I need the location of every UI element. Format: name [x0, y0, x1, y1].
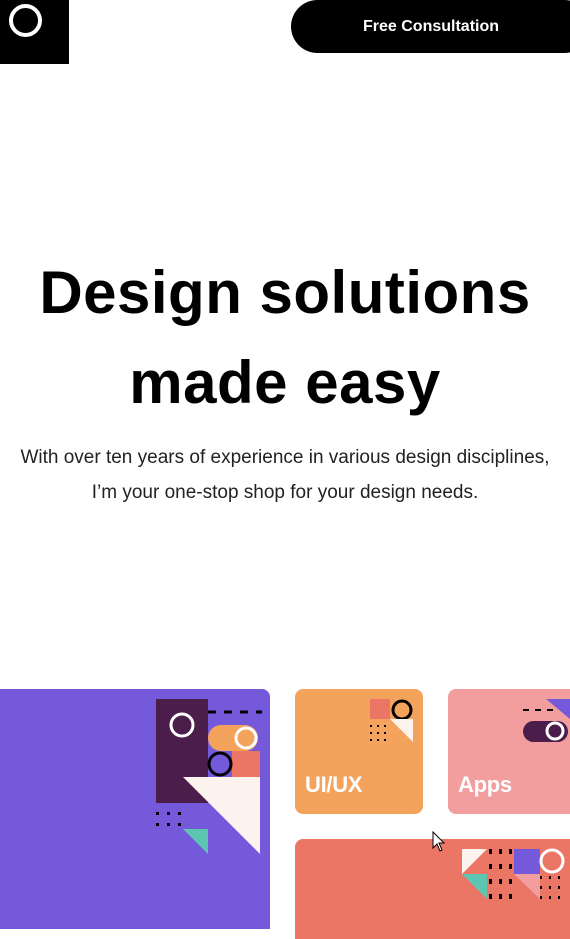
- hero-title-line-1: Design solutions: [39, 259, 531, 326]
- service-card-label-apps: Apps: [458, 772, 512, 797]
- hero-title: Design solutions made easy: [0, 248, 570, 428]
- service-card-wide[interactable]: [295, 839, 570, 939]
- mouse-pointer-icon: [432, 831, 446, 852]
- hero-subtitle-line-1: With over ten years of experience in var…: [20, 447, 550, 468]
- service-card-featured[interactable]: [0, 689, 270, 929]
- service-card-ui-ux[interactable]: UI/UX: [295, 689, 423, 814]
- service-card-apps[interactable]: Apps: [448, 689, 570, 814]
- ring-logo-icon: [9, 4, 42, 37]
- wide-geometric-illustration: [462, 848, 565, 899]
- free-consultation-button[interactable]: Free Consultation: [291, 0, 570, 53]
- hero-title-line-2: made easy: [129, 349, 441, 416]
- hero-subtitle-line-2: I’m your one-stop shop for your design n…: [91, 482, 479, 503]
- featured-geometric-illustration: [156, 699, 262, 854]
- logo[interactable]: [0, 0, 69, 64]
- service-card-label-ui-ux: UI/UX: [305, 772, 363, 797]
- hero-subtitle: With over ten years of experience in var…: [0, 440, 570, 510]
